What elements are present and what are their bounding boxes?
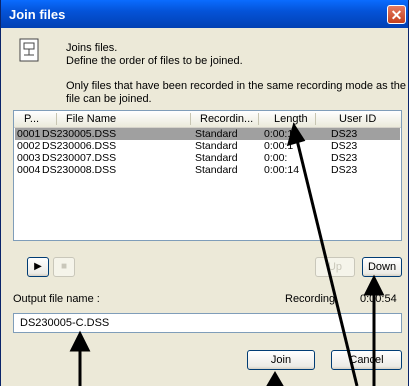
- annotation-arrow-length: [295, 139, 359, 386]
- arrowhead: [69, 330, 91, 352]
- arrowhead: [363, 274, 385, 296]
- annotation-arrows: [69, 122, 385, 386]
- arrowhead: [286, 122, 306, 147]
- arrowhead: [266, 371, 284, 386]
